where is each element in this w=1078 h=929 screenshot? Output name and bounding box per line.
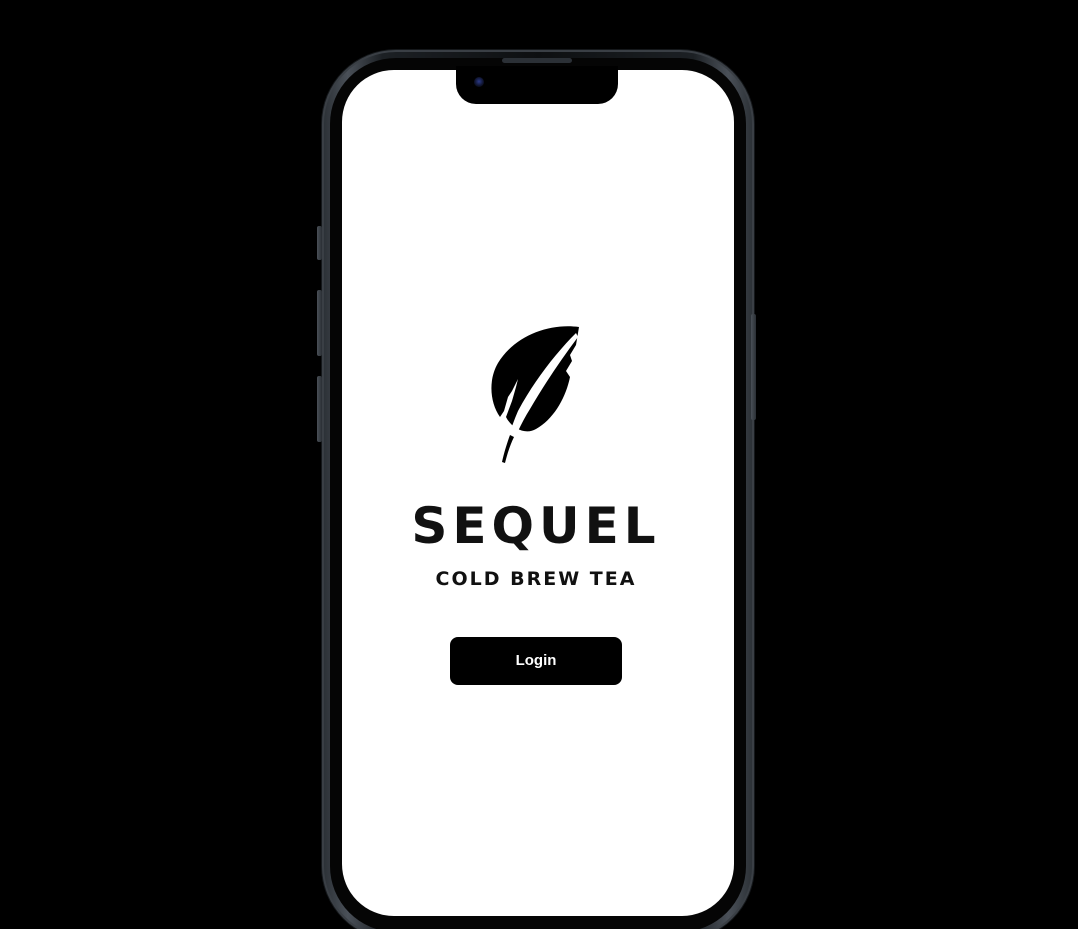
brand-tagline: COLD BREW TEA — [435, 568, 637, 590]
front-camera — [474, 77, 484, 87]
login-button[interactable]: Login — [450, 637, 622, 685]
power-button — [751, 314, 756, 420]
app-screen — [342, 70, 734, 916]
brand-name: SEQUEL — [411, 497, 661, 555]
volume-up-button — [317, 290, 322, 356]
silent-switch — [317, 226, 322, 260]
feather-icon — [491, 326, 579, 463]
earpiece-speaker — [502, 58, 572, 63]
feather-logo-shape — [491, 326, 579, 432]
volume-down-button — [317, 376, 322, 442]
